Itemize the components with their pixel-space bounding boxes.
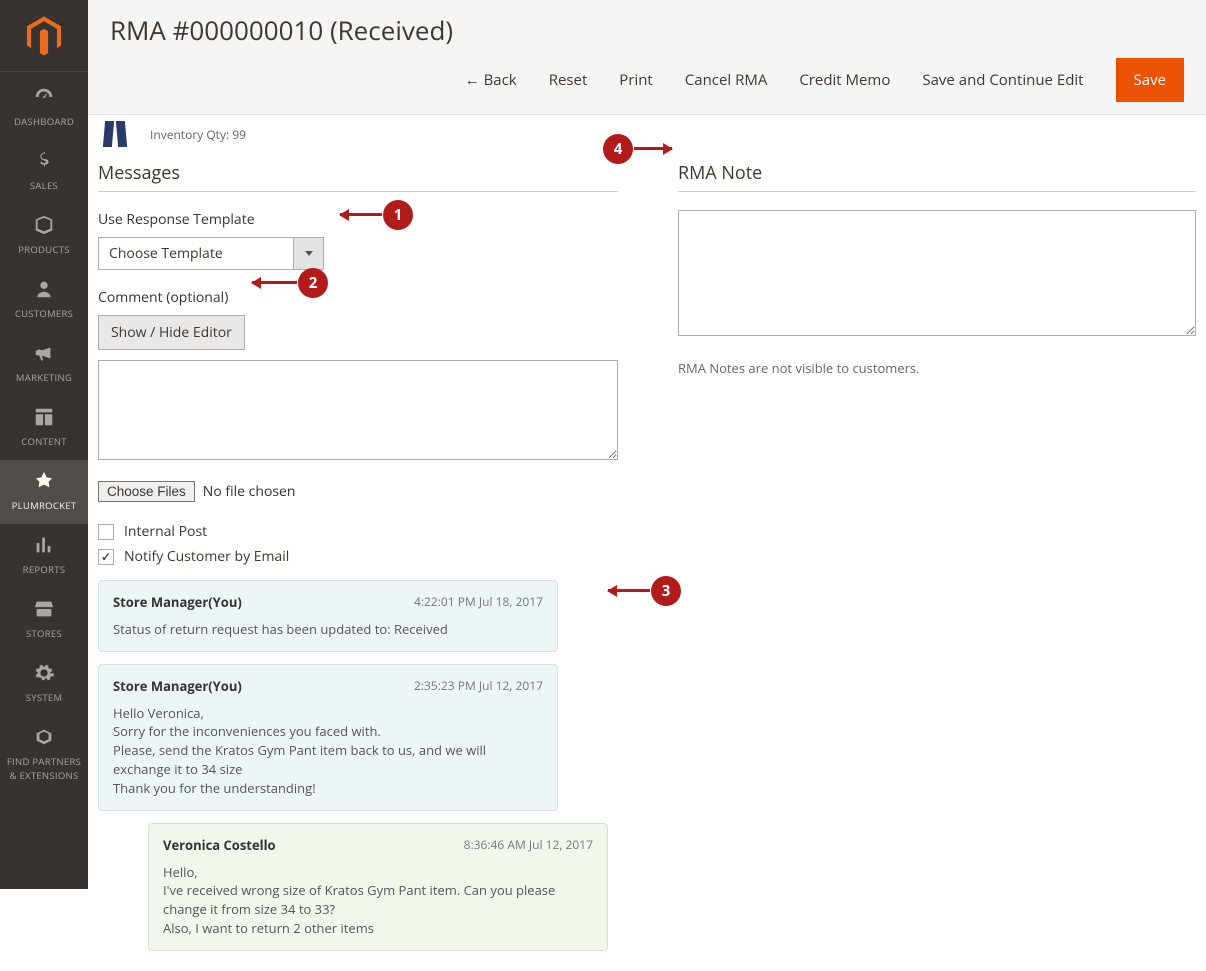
sidebar-item-stores[interactable]: STORES (0, 588, 88, 652)
message-author: Store Manager(You) (113, 593, 242, 612)
comment-label: Comment (optional) (98, 288, 618, 307)
save-button[interactable]: Save (1116, 58, 1184, 102)
sidebar-item-plumrocket[interactable]: PLUMROCKET (0, 460, 88, 524)
message-item: Veronica Costello 8:36:46 AM Jul 12, 2017… (148, 823, 608, 951)
chart-icon (0, 534, 88, 558)
magento-logo[interactable] (0, 0, 88, 72)
internal-post-label: Internal Post (124, 522, 207, 541)
rma-note-hint: RMA Notes are not visible to customers. (678, 359, 1196, 377)
internal-post-checkbox[interactable] (98, 524, 114, 540)
message-date: 2:35:23 PM Jul 12, 2017 (414, 677, 543, 696)
inventory-row: Inventory Qty: 99 (88, 115, 1206, 161)
sidebar-item-system[interactable]: SYSTEM (0, 652, 88, 716)
rma-note-panel: RMA Note RMA Notes are not visible to cu… (678, 161, 1196, 951)
rma-note-textarea[interactable] (678, 210, 1196, 336)
inventory-qty: Inventory Qty: 99 (150, 126, 246, 143)
layout-icon (0, 406, 88, 430)
megaphone-icon (0, 342, 88, 366)
messages-panel: Messages Use Response Template Choose Te… (98, 161, 618, 951)
partners-icon (0, 726, 88, 750)
response-template-value: Choose Template (98, 237, 294, 270)
sidebar-item-dashboard[interactable]: DASHBOARD (0, 76, 88, 140)
reset-button[interactable]: Reset (549, 70, 588, 90)
page-title: RMA #000000010 (Received) (110, 12, 1184, 48)
callout-badge-1: 1 (383, 200, 413, 230)
page-header: RMA #000000010 (Received) Back Reset Pri… (88, 0, 1206, 115)
rma-note-heading: RMA Note (678, 161, 1196, 192)
dropdown-toggle[interactable] (294, 237, 324, 270)
sidebar-item-reports[interactable]: REPORTS (0, 524, 88, 588)
admin-sidebar: DASHBOARD SALES PRODUCTS CUSTOMERS MARKE… (0, 0, 88, 889)
message-body: Hello, I've received wrong size of Krato… (163, 863, 593, 938)
back-button[interactable]: Back (465, 70, 517, 90)
sidebar-item-content[interactable]: CONTENT (0, 396, 88, 460)
sidebar-item-partners[interactable]: FIND PARTNERS & EXTENSIONS (0, 716, 88, 794)
message-author: Store Manager(You) (113, 677, 242, 696)
plumrocket-icon (0, 470, 88, 494)
notify-email-checkbox[interactable] (98, 549, 114, 565)
dashboard-icon (0, 86, 88, 110)
dollar-icon (0, 150, 88, 174)
action-bar: Back Reset Print Cancel RMA Credit Memo … (110, 58, 1184, 114)
print-button[interactable]: Print (619, 70, 653, 90)
callout-badge-3: 3 (651, 576, 681, 606)
callout-badge-2: 2 (298, 268, 328, 298)
person-icon (0, 278, 88, 302)
messages-heading: Messages (98, 161, 618, 192)
choose-files-button[interactable]: Choose Files (98, 481, 195, 502)
save-continue-button[interactable]: Save and Continue Edit (922, 70, 1083, 90)
callout-arrow-2 (252, 281, 297, 284)
message-author: Veronica Costello (163, 836, 276, 855)
callout-arrow-4 (634, 147, 672, 150)
message-body: Hello Veronica, Sorry for the inconvenie… (113, 704, 543, 798)
callout-arrow-1 (340, 213, 382, 216)
response-template-select[interactable]: Choose Template (98, 237, 324, 270)
sidebar-item-sales[interactable]: SALES (0, 140, 88, 204)
sidebar-item-marketing[interactable]: MARKETING (0, 332, 88, 396)
toggle-editor-button[interactable]: Show / Hide Editor (98, 315, 245, 350)
box-icon (0, 214, 88, 238)
notify-email-label: Notify Customer by Email (124, 547, 289, 566)
file-status: No file chosen (203, 482, 296, 501)
product-thumbnail (100, 119, 130, 149)
comment-textarea[interactable] (98, 360, 618, 460)
message-item: Store Manager(You) 2:35:23 PM Jul 12, 201… (98, 664, 558, 811)
sidebar-item-products[interactable]: PRODUCTS (0, 204, 88, 268)
store-icon (0, 598, 88, 622)
chevron-down-icon (305, 251, 313, 256)
gear-icon (0, 662, 88, 686)
cancel-rma-button[interactable]: Cancel RMA (685, 70, 768, 90)
message-date: 4:22:01 PM Jul 18, 2017 (414, 593, 543, 612)
message-date: 8:36:46 AM Jul 12, 2017 (464, 836, 593, 855)
message-body: Status of return request has been update… (113, 620, 543, 639)
sidebar-item-customers[interactable]: CUSTOMERS (0, 268, 88, 332)
credit-memo-button[interactable]: Credit Memo (799, 70, 890, 90)
callout-badge-4: 4 (603, 134, 633, 164)
message-item: Store Manager(You) 4:22:01 PM Jul 18, 201… (98, 580, 558, 652)
main-content: RMA #000000010 (Received) Back Reset Pri… (88, 0, 1206, 889)
callout-arrow-3 (608, 589, 650, 592)
